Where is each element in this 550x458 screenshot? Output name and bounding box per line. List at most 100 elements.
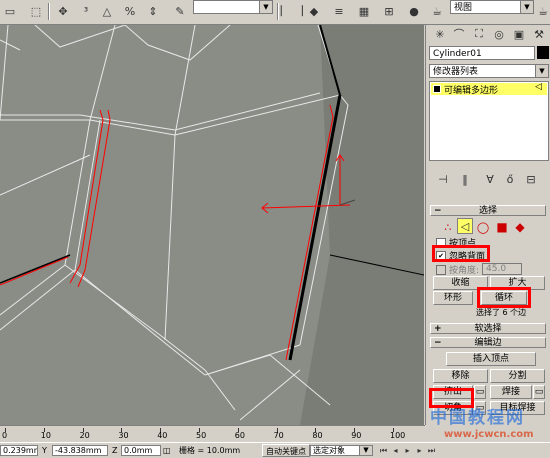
make-unique-icon[interactable]: ∀ <box>481 170 499 188</box>
extrude-settings-icon[interactable]: ▭ <box>474 385 486 399</box>
background-shadow <box>300 25 424 425</box>
chamfer-settings-icon[interactable]: ▭ <box>474 401 486 415</box>
remove-modifier-icon[interactable]: ő <box>501 170 519 188</box>
previous-frame-icon[interactable]: ◂ <box>390 445 401 456</box>
render-setup-icon[interactable]: ☕ <box>428 2 446 20</box>
grid-size-text: 栅格 = 10.0mm <box>179 446 241 455</box>
percent-snap-icon[interactable]: % <box>121 2 139 20</box>
timeline-tick-label: 90 <box>351 431 362 440</box>
z-coordinate-value: 0.0mm <box>124 446 153 455</box>
stack-item-editable-poly[interactable]: 可编辑多边形 ◁ <box>431 82 547 96</box>
timeline-tick-label: 80 <box>312 431 323 440</box>
chevron-down-icon: ▼ <box>535 65 548 77</box>
status-bar: 0.239mm Y -43.838mm Z 0.0mm ◫ 栅格 = 10.0m… <box>0 442 550 458</box>
timeline-tick-label: 60 <box>234 431 245 440</box>
edit-edges-title: 编辑边 <box>474 338 502 348</box>
weld-settings-icon[interactable]: ▭ <box>533 385 545 399</box>
snap-3d-icon[interactable]: ³ <box>77 2 95 20</box>
curve-editor-icon[interactable]: ▦ <box>355 2 373 20</box>
pin-stack-icon[interactable]: ⊣ <box>434 170 452 188</box>
stack-item-label: 可编辑多边形 <box>444 86 499 96</box>
select-region-icon[interactable]: ⬚ <box>27 2 45 20</box>
configure-sets-icon[interactable]: ⊟ <box>522 170 540 188</box>
display-tab-icon[interactable]: ▣ <box>510 25 528 43</box>
timeline-tick-label: 40 <box>157 431 168 440</box>
vertex-mode-icon[interactable]: ∴ <box>439 218 457 236</box>
selected-edges <box>0 104 334 361</box>
chevron-down-icon: ▼ <box>259 1 272 13</box>
mirror-icon[interactable]: ⎸⎹ <box>281 2 303 20</box>
next-frame-icon[interactable]: ▸ <box>414 445 425 456</box>
align-icon[interactable]: ◆ <box>305 2 323 20</box>
angle-snap-icon[interactable]: △ <box>98 2 116 20</box>
y-coordinate-field[interactable]: -43.838mm <box>52 445 108 456</box>
collapse-icon: − <box>434 206 442 216</box>
play-icon[interactable]: ▸ <box>402 445 413 456</box>
angle-value: 45.0 <box>486 264 507 274</box>
angle-spinner[interactable]: 45.0 <box>482 263 522 275</box>
chevron-down-icon: ▼ <box>359 446 372 455</box>
viewport-view-dropdown[interactable]: 视图 ▼ <box>450 0 534 14</box>
light-bulb-icon[interactable]: ◁ <box>535 82 542 92</box>
insert-vertex-button[interactable]: 插入顶点 <box>446 352 536 366</box>
grid-size-display: 栅格 = 10.0mm <box>176 445 246 456</box>
edge-mode-icon[interactable]: ◁ <box>457 218 473 234</box>
expand-icon[interactable] <box>433 85 441 93</box>
schematic-icon[interactable]: ⊞ <box>380 2 398 20</box>
go-to-end-icon[interactable]: ⏭ <box>426 445 437 456</box>
highlight-box <box>432 245 490 262</box>
by-angle-checkbox[interactable] <box>436 265 446 275</box>
utilities-tab-icon[interactable]: ⚒ <box>530 25 548 43</box>
target-weld-button[interactable]: 目标焊接 <box>490 401 545 415</box>
watermark-url: www.jcwcn.com <box>444 429 534 440</box>
object-name-field[interactable]: Cylinder01 <box>429 46 535 60</box>
named-selection-dropdown[interactable]: ▼ <box>193 0 273 14</box>
ring-button[interactable]: 环形 <box>433 291 473 305</box>
create-tab-icon[interactable]: ✳ <box>431 25 449 43</box>
z-coordinate-field[interactable]: 0.0mm <box>121 445 161 456</box>
object-color-swatch[interactable] <box>537 46 549 59</box>
select-icon[interactable]: ▭ <box>1 2 19 20</box>
split-button[interactable]: 分割 <box>490 369 545 383</box>
auto-key-button[interactable]: 自动关键点 <box>262 444 310 457</box>
timeline-tick-label: 20 <box>79 431 90 440</box>
modify-tab-icon[interactable]: ⌒ <box>450 25 468 43</box>
edit-edges-rollout-header[interactable]: − 编辑边 <box>430 337 546 348</box>
wireframe-edges <box>0 25 349 421</box>
modifier-list-dropdown[interactable]: 修改器列表 ▼ <box>429 64 549 78</box>
y-coordinate-value: -43.838mm <box>55 446 102 455</box>
weld-button[interactable]: 焊接 <box>490 385 532 399</box>
polygon-mode-icon[interactable]: ■ <box>493 218 511 236</box>
spinner-snap-icon[interactable]: ⇕ <box>144 2 162 20</box>
soft-selection-title: 软选择 <box>474 324 502 334</box>
named-selection-icon[interactable]: ✎ <box>171 2 189 20</box>
element-mode-icon[interactable]: ◆ <box>511 218 529 236</box>
select-move-icon[interactable]: ✥ <box>54 2 72 20</box>
timeline-tick-label: 50 <box>196 431 207 440</box>
modifier-list-label: 修改器列表 <box>433 67 479 77</box>
transform-mode-icon[interactable]: ◫ <box>163 445 171 456</box>
layers-icon[interactable]: ≡ <box>330 2 348 20</box>
show-end-result-icon[interactable]: ‖ <box>456 170 474 188</box>
view-dropdown-value: 视图 <box>454 3 473 13</box>
material-editor-icon[interactable]: ● <box>405 2 423 20</box>
border-mode-icon[interactable]: ◯ <box>474 218 492 236</box>
collapse-icon: − <box>434 338 442 348</box>
hierarchy-tab-icon[interactable]: ⛶ <box>470 25 488 43</box>
object-name-value: Cylinder01 <box>433 49 482 59</box>
soft-selection-rollout-header[interactable]: + 软选择 <box>430 323 546 334</box>
x-coordinate-field[interactable]: 0.239mm <box>0 445 38 456</box>
render-icon[interactable]: ☕ <box>534 2 550 20</box>
key-filter-dropdown[interactable]: 选定对象 ▼ <box>310 445 373 456</box>
selection-rollout-header[interactable]: − 选择 <box>430 205 546 216</box>
perspective-viewport[interactable] <box>0 25 424 425</box>
go-to-start-icon[interactable]: ⏮ <box>378 445 389 456</box>
main-toolbar: ▭ ⬚ ✥ ³ △ % ⇕ ✎ ▼ ⎸⎹ ◆ ≡ ▦ ⊞ ● ☕ 视图 ▼ ☕ <box>0 0 550 25</box>
timeline-tick-label: 30 <box>118 431 129 440</box>
remove-button[interactable]: 移除 <box>433 369 488 383</box>
y-label: Y <box>42 446 47 455</box>
selection-info-text: 选择了 6 个边 <box>476 308 527 317</box>
motion-tab-icon[interactable]: ◎ <box>490 25 508 43</box>
key-filter-value: 选定对象 <box>313 446 345 455</box>
timeline-track[interactable]: 0 10 20 30 40 50 60 70 80 90 100 <box>0 425 425 443</box>
